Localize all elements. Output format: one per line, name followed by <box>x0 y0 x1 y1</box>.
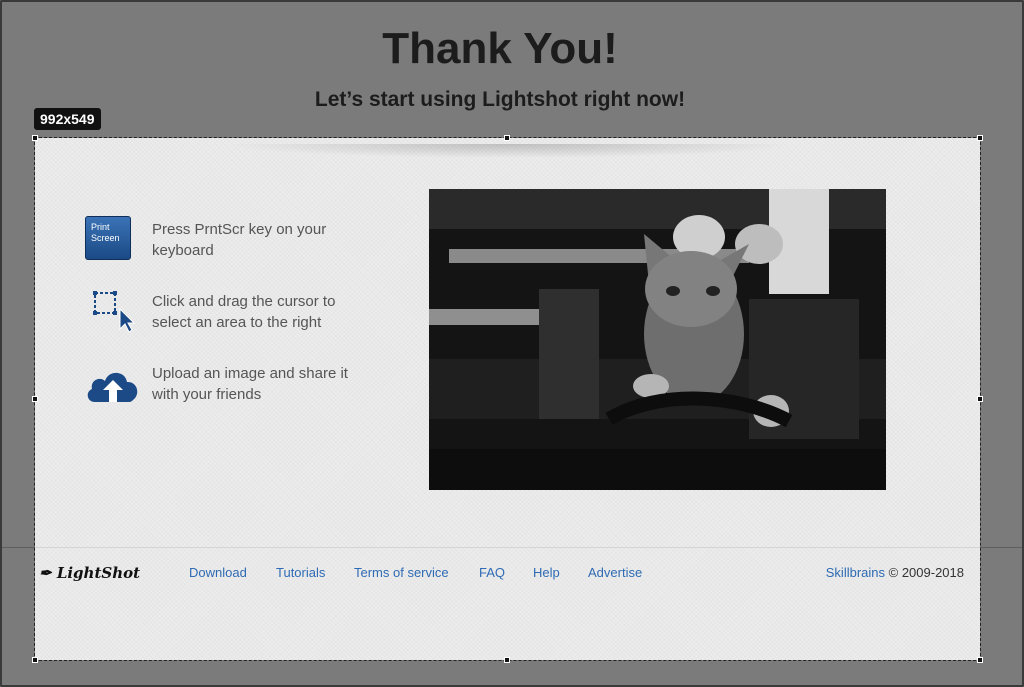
window-frame <box>0 0 1024 687</box>
